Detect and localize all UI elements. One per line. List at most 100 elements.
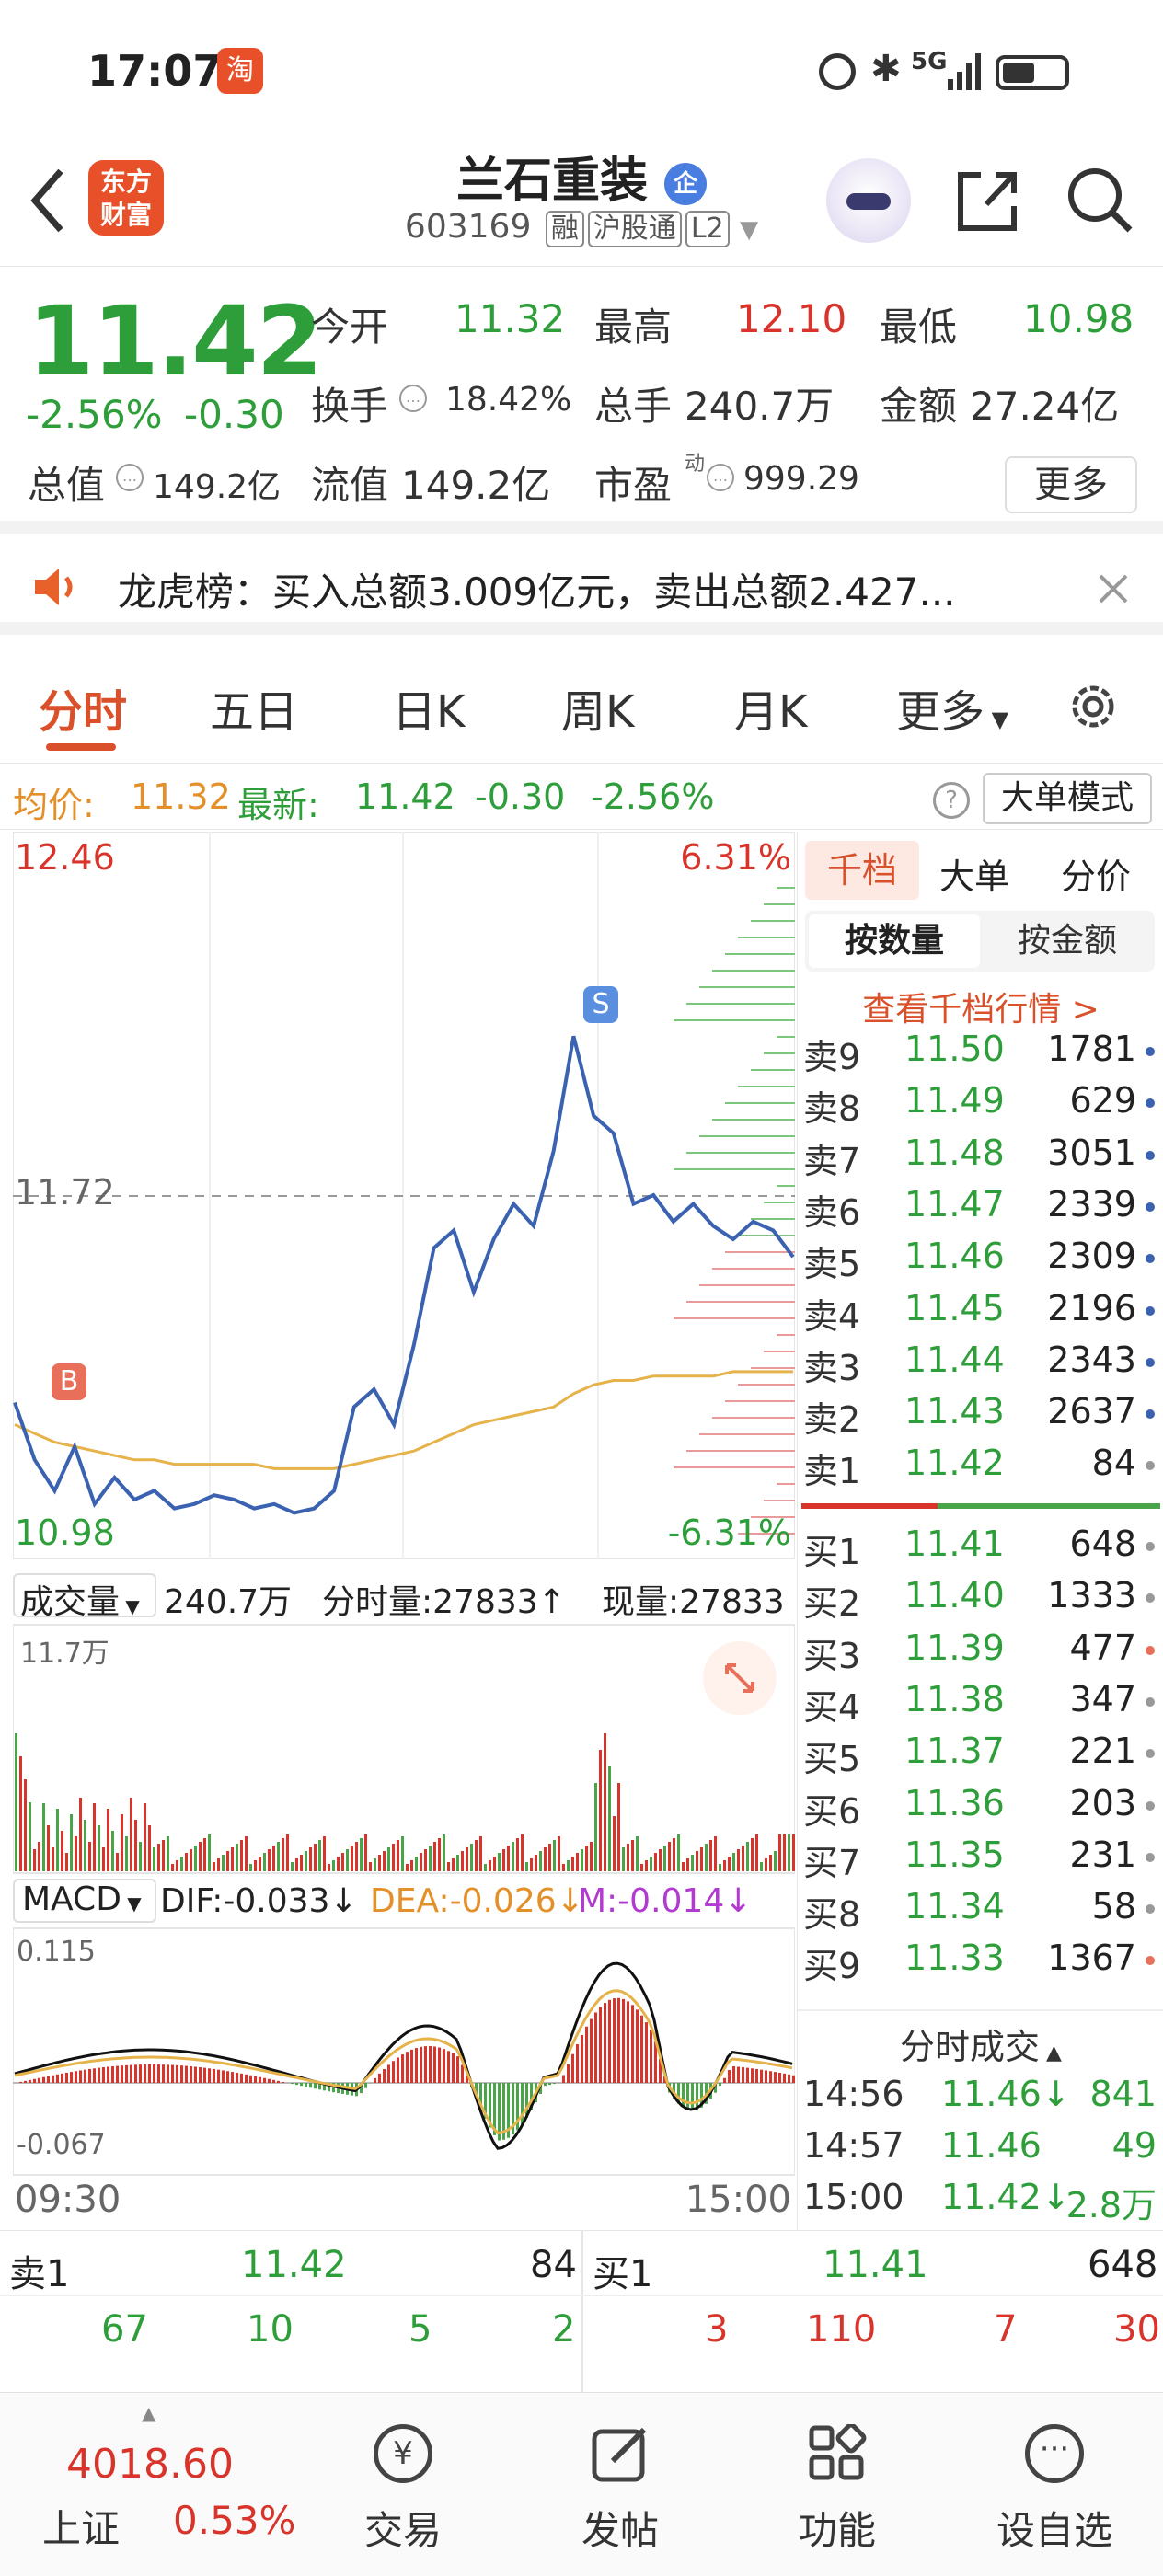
- nav-trade[interactable]: ¥ 交易: [311, 2393, 495, 2576]
- macd-bar: [130, 2064, 132, 2083]
- index-ticker[interactable]: ▲ 4018.60 上证 0.53%: [0, 2393, 304, 2576]
- bid-price: 11.33: [904, 1938, 1005, 1979]
- depth-link[interactable]: 查看千档行情 >: [798, 983, 1163, 1030]
- low-label: 最低: [880, 305, 958, 350]
- volume-bar: [512, 1842, 514, 1871]
- macd-bar: [686, 2083, 689, 2110]
- bid-qty: 58: [1091, 1886, 1136, 1927]
- macd-bar: [594, 2012, 597, 2083]
- ask-qty: 629: [1069, 1080, 1136, 1121]
- time-end: 15:00: [685, 2179, 791, 2221]
- notice-bar[interactable]: 龙虎榜：买入总额3.009亿元，卖出总额2.427...: [0, 534, 1163, 635]
- expand-icon[interactable]: [703, 1641, 777, 1715]
- volume-bar: [530, 1858, 533, 1871]
- volume-bar: [466, 1847, 468, 1871]
- volume-bar: [139, 1842, 142, 1871]
- macd-bar: [751, 2068, 754, 2083]
- depth-bar: [699, 1135, 795, 1137]
- macd-indicator-select[interactable]: MACD ▼: [13, 1879, 156, 1923]
- volume-bar: [424, 1849, 427, 1871]
- chart-min-pct: -6.31%: [667, 1512, 791, 1553]
- bid-level: 买4: [803, 1686, 861, 1728]
- more-button[interactable]: 更多: [1005, 456, 1137, 513]
- trade-time: 15:00: [803, 2177, 904, 2217]
- robot-avatar[interactable]: [826, 158, 911, 243]
- big-order-mode-button[interactable]: 大单模式: [983, 773, 1152, 824]
- sell-queue-item: 10: [247, 2308, 294, 2351]
- nav-functions[interactable]: 功能: [745, 2393, 929, 2576]
- by-amount-button[interactable]: 按金额: [982, 914, 1153, 968]
- tab-bigorder[interactable]: 大单: [939, 848, 1009, 899]
- gear-icon[interactable]: [1065, 679, 1121, 734]
- nav-add-watchlist[interactable]: ··· 设自选: [962, 2393, 1146, 2576]
- by-quantity-button[interactable]: 按数量: [809, 914, 980, 968]
- tab-monthly[interactable]: 月K: [734, 675, 807, 740]
- bid-qty: 477: [1069, 1627, 1136, 1668]
- nav-post[interactable]: 发帖: [528, 2393, 712, 2576]
- macd-bar: [433, 2046, 436, 2083]
- dropdown-icon[interactable]: ▼: [740, 216, 758, 244]
- volume-bar: [134, 1820, 137, 1871]
- tab-daily[interactable]: 日K: [392, 675, 465, 740]
- volume-bar: [443, 1834, 445, 1871]
- macd-bar: [631, 2005, 634, 2083]
- volume-bar: [640, 1864, 643, 1871]
- volume-indicator-select[interactable]: 成交量 ▼: [13, 1573, 156, 1621]
- info-icon[interactable]: …: [707, 464, 734, 491]
- close-icon[interactable]: [1097, 572, 1130, 605]
- search-icon[interactable]: [1064, 162, 1137, 236]
- trade-row: 14:57 11.46 49: [798, 2125, 1163, 2177]
- tab-weekly[interactable]: 周K: [561, 675, 634, 740]
- help-icon[interactable]: ?: [933, 782, 970, 819]
- macd-bar: [567, 2064, 570, 2083]
- info-icon[interactable]: …: [399, 385, 427, 412]
- volume-bar: [760, 1862, 763, 1871]
- ask-qty: 2339: [1047, 1183, 1136, 1225]
- share-icon[interactable]: [953, 162, 1021, 236]
- volume-bar: [562, 1864, 565, 1871]
- sell-queue-item: 2: [552, 2308, 576, 2351]
- macd-bar: [447, 2051, 450, 2083]
- volume-bar: [171, 1864, 174, 1871]
- ask-row: 卖6 11.47 2339: [798, 1184, 1163, 1236]
- depth-bar: [777, 1185, 795, 1187]
- level1-summary: 卖1 11.42 84 买1 11.41 648 67 10 5 2 3 110…: [0, 2230, 1163, 2393]
- macd-bar: [420, 2046, 422, 2083]
- macd-bar: [788, 2074, 790, 2083]
- buy-marker[interactable]: B: [52, 1363, 86, 1400]
- sell-marker[interactable]: S: [583, 986, 618, 1023]
- tab-5day[interactable]: 五日: [210, 675, 298, 740]
- ask-price: 11.45: [904, 1287, 1005, 1328]
- ask-row: 卖2 11.43 2637: [798, 1391, 1163, 1443]
- bid-price: 11.35: [904, 1834, 1005, 1875]
- volume-bar: [190, 1849, 192, 1871]
- macd-bar: [783, 2073, 786, 2083]
- intraday-chart-area[interactable]: 12.46 6.31% 11.72 10.98 -6.31% B S 成交量 ▼…: [12, 831, 796, 2230]
- macd-max: 0.115: [17, 1936, 96, 1968]
- info-icon[interactable]: …: [116, 464, 144, 491]
- macd-bar: [732, 2066, 735, 2083]
- sell1-label: 卖1: [9, 2253, 70, 2295]
- macd-bar: [245, 2074, 248, 2083]
- tab-intraday[interactable]: 分时: [39, 675, 127, 740]
- tab-more[interactable]: 更多 ▼: [896, 675, 1008, 740]
- tab-depth[interactable]: 千档: [805, 841, 919, 900]
- tab-price-dist[interactable]: 分价: [1061, 848, 1131, 899]
- volume-bar: [406, 1864, 409, 1871]
- depth-bar: [777, 887, 795, 889]
- ask-price: 11.48: [904, 1132, 1005, 1173]
- macd-bar: [765, 2070, 767, 2083]
- volume-bar: [121, 1814, 123, 1871]
- pe-value: 999.29: [743, 460, 859, 498]
- volume-bar: [130, 1798, 132, 1871]
- volume-bar: [696, 1851, 698, 1871]
- volume-bar: [723, 1860, 726, 1871]
- trades-title[interactable]: 分时成交 ▲: [798, 2018, 1163, 2069]
- volume-bar: [599, 1750, 602, 1871]
- macd-bar: [760, 2069, 763, 2083]
- volume-bar: [594, 1783, 597, 1871]
- yen-icon: ¥: [374, 2424, 432, 2483]
- divider: [798, 2009, 1163, 2011]
- macd-bar: [277, 2080, 280, 2083]
- macd-bar: [102, 2067, 105, 2083]
